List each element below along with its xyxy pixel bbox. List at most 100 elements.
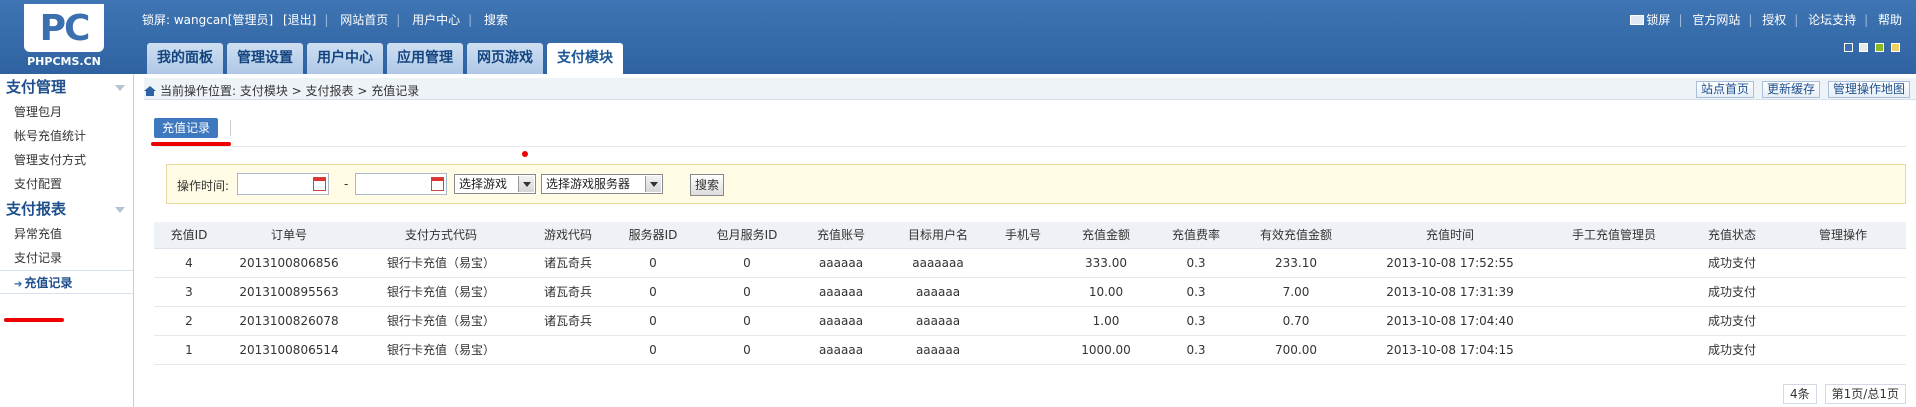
table-cell: 333.00 <box>1056 248 1156 278</box>
sidebar-item-payment-methods[interactable]: 管理支付方式 <box>0 148 133 172</box>
table-cell: 3 <box>154 277 224 307</box>
server-select-value: 选择游戏服务器 <box>546 177 631 191</box>
sidebar-item-abnormal-recharge[interactable]: 异常充值 <box>0 222 133 246</box>
admin-map-button[interactable]: 管理操作地图 <box>1827 81 1910 98</box>
table-cell: 0 <box>698 306 796 336</box>
table-cell <box>1780 335 1906 365</box>
table-cell: 成功支付 <box>1684 277 1780 307</box>
license-link[interactable]: 授权 <box>1762 13 1786 27</box>
table-cell: aaaaaaa <box>886 248 990 278</box>
table-cell: 0 <box>608 248 698 278</box>
sidebar-section-payment-management[interactable]: 支付管理 <box>0 74 133 100</box>
table-cell: 0 <box>698 277 796 307</box>
dropdown-arrow-icon <box>645 176 661 192</box>
table-row[interactable]: 1 2013100806514 银行卡充值（易宝） 0 0 aaaaaa aaaaaa 100… <box>154 335 1906 365</box>
calendar-icon[interactable] <box>431 177 444 191</box>
user-center-link[interactable]: 用户中心 <box>412 13 460 27</box>
logo-text: PC <box>39 8 91 49</box>
sidebar-item-payment-records[interactable]: 支付记录 <box>0 246 133 270</box>
main-content: 当前操作位置: 支付模块 > 支付报表 > 充值记录 站点首页 更新缓存 管理操作地… <box>144 74 1916 407</box>
search-link[interactable]: 搜索 <box>484 13 508 27</box>
calendar-icon[interactable] <box>313 177 326 191</box>
table-cell: aaaaaa <box>886 277 990 307</box>
table-cell <box>990 335 1056 365</box>
game-select[interactable]: 选择游戏 <box>454 174 536 194</box>
table-cell: aaaaaa <box>796 277 886 307</box>
table-cell: 0.3 <box>1156 277 1236 307</box>
theme-swatch-gray[interactable] <box>1859 43 1869 52</box>
current-user: 锁屏: wangcan[管理员] <box>142 13 274 27</box>
table-cell: 0.3 <box>1156 335 1236 365</box>
table-row[interactable]: 3 2013100895563 银行卡充值（易宝） 诸瓦奇兵 0 0 aaaaaa aaaaa… <box>154 277 1906 307</box>
table-cell <box>1544 248 1684 278</box>
table-cell: 0.3 <box>1156 248 1236 278</box>
table-cell: aaaaaa <box>796 335 886 365</box>
table-cell: 诸瓦奇兵 <box>528 306 608 336</box>
table-cell: 成功支付 <box>1684 248 1780 278</box>
top-right-links: 锁屏 | 官方网站 | 授权 | 论坛支持 | 帮助 <box>1624 11 1902 28</box>
tab-my-panel[interactable]: 我的面板 <box>147 43 223 74</box>
table-cell: 成功支付 <box>1684 306 1780 336</box>
logout-link[interactable]: [退出] <box>283 13 316 27</box>
search-button[interactable]: 搜索 <box>690 174 725 196</box>
logo-mark: PC <box>24 4 104 52</box>
table-cell: aaaaaa <box>796 248 886 278</box>
sidebar-item-payment-config[interactable]: 支付配置 <box>0 172 133 196</box>
date-range-dash: - <box>344 177 349 191</box>
table-cell <box>528 335 608 365</box>
help-link[interactable]: 帮助 <box>1878 13 1902 27</box>
sidebar-item-monthly[interactable]: 管理包月 <box>0 100 133 124</box>
column-header: 订单号 <box>224 222 354 249</box>
column-header: 充值状态 <box>1684 222 1780 249</box>
theme-swatch-yellow[interactable] <box>1891 43 1900 52</box>
theme-swatch-green[interactable] <box>1875 43 1885 52</box>
page-indicator[interactable]: 第1页/总1页 <box>1824 384 1906 404</box>
tab-user-center[interactable]: 用户中心 <box>307 43 383 74</box>
theme-swatch-blue[interactable] <box>1843 43 1853 52</box>
table-row[interactable]: 2 2013100826078 银行卡充值（易宝） 诸瓦奇兵 0 0 aaaaaa aaaaa… <box>154 306 1906 336</box>
dropdown-arrow-icon <box>518 176 534 192</box>
site-home-button[interactable]: 站点首页 <box>1695 81 1754 98</box>
update-cache-button[interactable]: 更新缓存 <box>1761 81 1820 98</box>
tab-web-games[interactable]: 网页游戏 <box>467 43 543 74</box>
official-site-link[interactable]: 官方网站 <box>1692 13 1740 27</box>
sidebar-item-recharge-records[interactable]: ➔ 充值记录 <box>0 270 133 294</box>
table-cell: 银行卡充值（易宝） <box>354 306 528 336</box>
table-cell <box>1544 335 1684 365</box>
tab-apps[interactable]: 应用管理 <box>387 43 463 74</box>
table-cell: 2013-10-08 17:04:15 <box>1356 335 1544 365</box>
red-annotation-dot <box>522 151 528 157</box>
home-icon <box>144 86 156 96</box>
site-home-link[interactable]: 网站首页 <box>340 13 388 27</box>
subtab-recharge-records[interactable]: 充值记录 <box>154 118 219 138</box>
end-date-input[interactable] <box>355 173 447 195</box>
sidebar-item-account-stats[interactable]: 帐号充值统计 <box>0 124 133 148</box>
forum-link[interactable]: 论坛支持 <box>1808 13 1856 27</box>
table-cell: 233.10 <box>1236 248 1356 278</box>
tab-payment-module[interactable]: 支付模块 <box>547 43 623 74</box>
breadcrumb-bar: 当前操作位置: 支付模块 > 支付报表 > 充值记录 站点首页 更新缓存 管理操作地… <box>144 78 1916 100</box>
column-header: 充值ID <box>154 222 224 249</box>
table-row[interactable]: 4 2013100806856 银行卡充值（易宝） 诸瓦奇兵 0 0 aaaaaa aaaaa… <box>154 248 1906 278</box>
sidebar-section-payment-reports[interactable]: 支付报表 <box>0 196 133 222</box>
server-select[interactable]: 选择游戏服务器 <box>541 174 663 194</box>
phpcms-logo[interactable]: PC PHPCMS.CN <box>18 4 110 68</box>
lock-screen-link[interactable]: 锁屏 <box>1630 13 1670 27</box>
tab-settings[interactable]: 管理设置 <box>227 43 303 74</box>
arrow-right-icon: ➔ <box>14 279 23 290</box>
table-cell: 0.3 <box>1156 306 1236 336</box>
game-select-value: 选择游戏 <box>459 177 508 191</box>
filter-bar: 操作时间: - 选择游戏 选择游戏服务器 搜索 <box>166 164 1906 204</box>
table-cell: 0 <box>608 306 698 336</box>
table-cell: 2013100826078 <box>224 306 354 336</box>
breadcrumb-actions: 站点首页 更新缓存 管理操作地图 <box>1688 81 1910 98</box>
red-annotation-underline <box>4 318 64 322</box>
table-cell: 2013100895563 <box>224 277 354 307</box>
column-header: 有效充值金额 <box>1236 222 1356 249</box>
table-cell <box>1780 248 1906 278</box>
table-cell: 银行卡充值（易宝） <box>354 335 528 365</box>
table-cell: 0 <box>698 248 796 278</box>
table-cell: 2013-10-08 17:52:55 <box>1356 248 1544 278</box>
table-cell: 0 <box>698 335 796 365</box>
start-date-input[interactable] <box>237 173 329 195</box>
